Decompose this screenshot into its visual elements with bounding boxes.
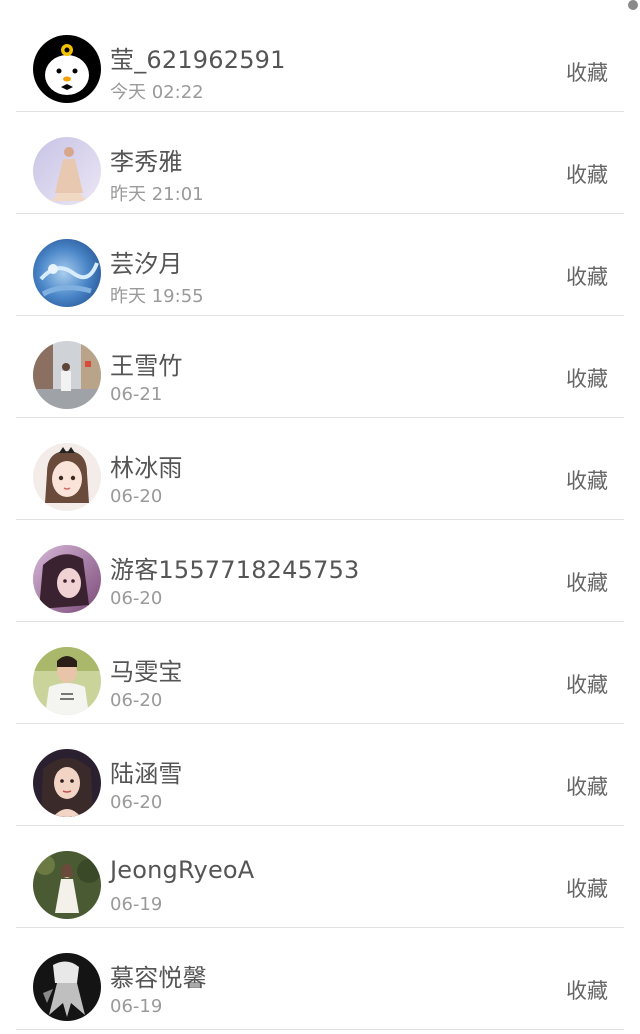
avatar[interactable] [33, 647, 101, 715]
blue-painting-avatar-icon [33, 239, 101, 307]
cartoon-chick-avatar-icon [33, 35, 101, 103]
contact-name: 陆涵雪 [110, 760, 183, 788]
favorite-button[interactable]: 收藏 [566, 567, 608, 597]
list-item[interactable]: 马雯宝 06-20 收藏 [16, 622, 624, 724]
list-item[interactable]: 慕容悦馨 06-19 收藏 [16, 928, 624, 1030]
list-item[interactable]: 李秀雅 昨天 21:01 收藏 [16, 112, 624, 214]
shirt-photo-avatar-icon [33, 647, 101, 715]
avatar[interactable] [33, 341, 101, 409]
contact-time: 06-19 [110, 894, 163, 915]
favorite-button[interactable]: 收藏 [566, 465, 608, 495]
street-photo-avatar-icon [33, 341, 101, 409]
favorite-button[interactable]: 收藏 [566, 669, 608, 699]
avatar[interactable] [33, 35, 101, 103]
favorite-button[interactable]: 收藏 [566, 363, 608, 393]
contact-name: 林冰雨 [110, 454, 183, 482]
contact-time: 06-19 [110, 996, 163, 1017]
contact-time: 昨天 21:01 [110, 184, 204, 205]
contact-time: 06-20 [110, 588, 163, 609]
contact-name: JeongRyeoA [110, 856, 255, 884]
dark-photo-avatar-icon [33, 953, 101, 1021]
purple-portrait-avatar-icon [33, 545, 101, 613]
favorite-button[interactable]: 收藏 [566, 159, 608, 189]
list-item[interactable]: 芸汐月 昨天 19:55 收藏 [16, 214, 624, 316]
list-item[interactable]: JeongRyeoA 06-19 收藏 [16, 826, 624, 928]
contact-name: 王雪竹 [110, 352, 183, 380]
contact-time: 06-21 [110, 384, 163, 405]
favorite-button[interactable]: 收藏 [566, 873, 608, 903]
contact-name: 芸汐月 [110, 250, 183, 278]
favorite-button[interactable]: 收藏 [566, 975, 608, 1005]
contact-time: 今天 02:22 [110, 82, 204, 103]
contact-name: 莹_621962591 [110, 46, 286, 74]
contact-time: 昨天 19:55 [110, 286, 204, 307]
contact-name: 李秀雅 [110, 148, 183, 176]
avatar[interactable] [33, 953, 101, 1021]
avatar[interactable] [33, 137, 101, 205]
favorite-button[interactable]: 收藏 [566, 261, 608, 291]
list-item[interactable]: 林冰雨 06-20 收藏 [16, 418, 624, 520]
avatar[interactable] [33, 239, 101, 307]
garden-photo-avatar-icon [33, 851, 101, 919]
avatar[interactable] [33, 749, 101, 817]
avatar[interactable] [33, 545, 101, 613]
contact-list-page: 莹_621962591 今天 02:22 收藏 李秀雅 昨天 21:01 收藏 [0, 0, 640, 1034]
contact-time: 06-20 [110, 792, 163, 813]
avatar[interactable] [33, 851, 101, 919]
favorite-button[interactable]: 收藏 [566, 57, 608, 87]
contact-time: 06-20 [110, 690, 163, 711]
list-item[interactable]: 陆涵雪 06-20 收藏 [16, 724, 624, 826]
favorite-button[interactable]: 收藏 [566, 771, 608, 801]
dress-photo-avatar-icon [33, 137, 101, 205]
contact-name: 马雯宝 [110, 658, 183, 686]
contact-name: 慕容悦馨 [110, 964, 207, 992]
portrait-photo-avatar-icon [33, 749, 101, 817]
status-dot-icon [628, 0, 638, 10]
contact-time: 06-20 [110, 486, 163, 507]
list-item[interactable]: 游客1557718245753 06-20 收藏 [16, 520, 624, 622]
list-item[interactable]: 莹_621962591 今天 02:22 收藏 [16, 10, 624, 112]
contact-name: 游客1557718245753 [110, 556, 360, 584]
anime-girl-avatar-icon [33, 443, 101, 511]
avatar[interactable] [33, 443, 101, 511]
list-item[interactable]: 王雪竹 06-21 收藏 [16, 316, 624, 418]
